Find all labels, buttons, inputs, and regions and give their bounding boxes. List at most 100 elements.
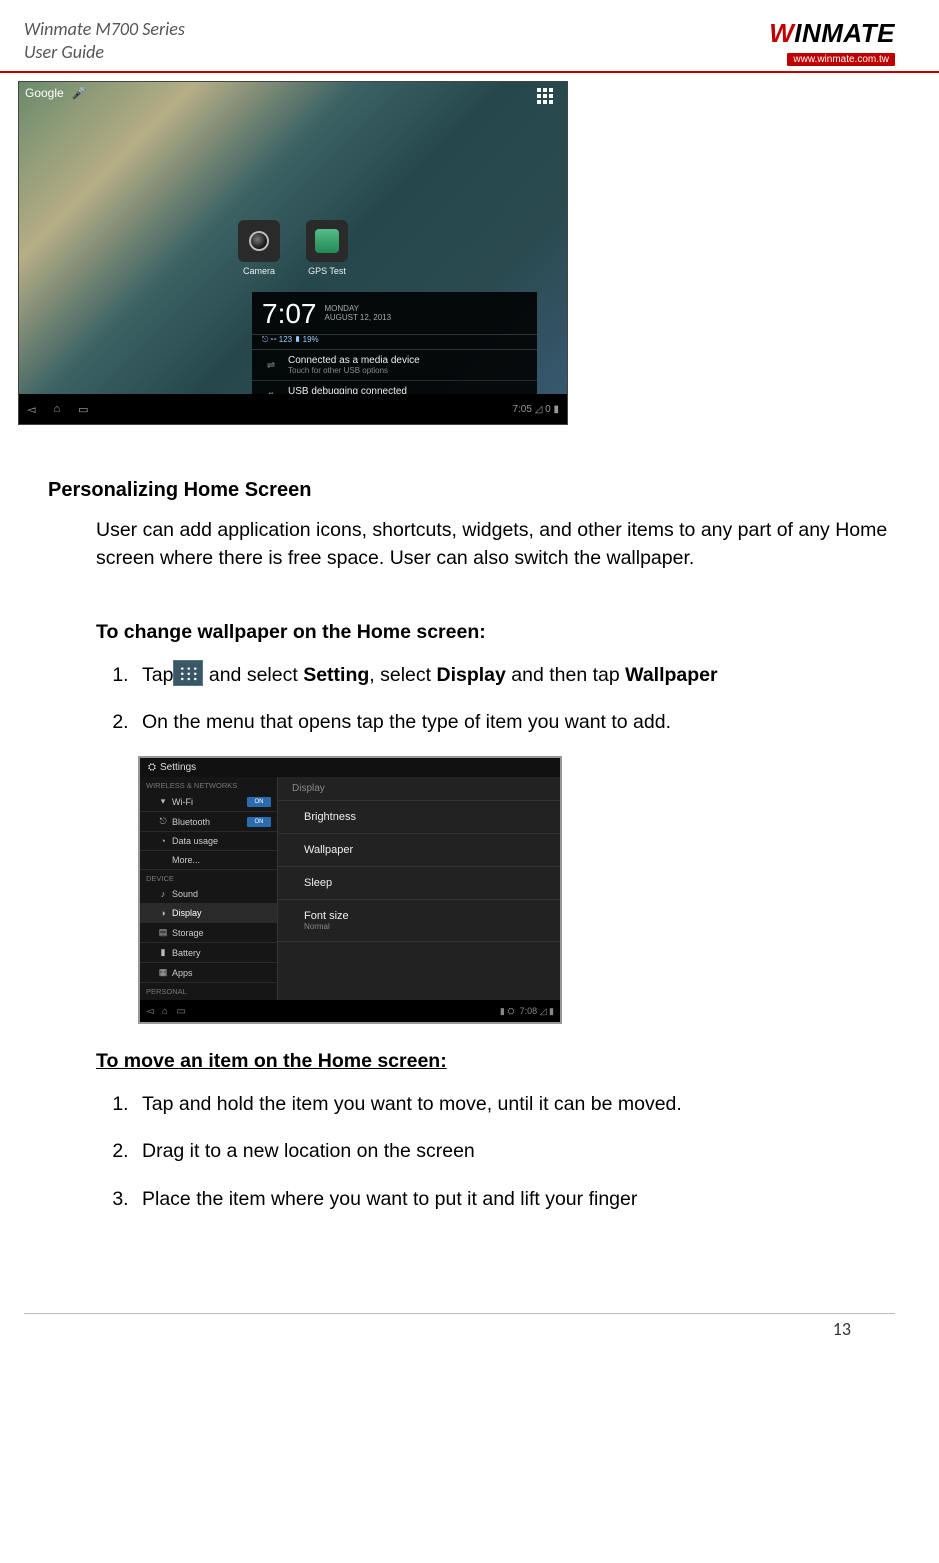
gps-label: GPS Test (304, 266, 350, 276)
sidebar-item-icon: ▮ (158, 947, 168, 958)
shot2-navbar: ◅ ⌂ ▭ ▮ ⛭ 7:08 ◿ ▮ (140, 1000, 560, 1022)
sidebar-item-icon: ♪ (158, 889, 168, 899)
back-icon: ◅ (27, 403, 35, 416)
settings-main-header: Display (278, 777, 560, 801)
android-home-screenshot: Google 🎤 Camera GPS Test 7:07 MONDAY AUG… (18, 81, 568, 425)
settings-main-item-sub: Normal (304, 922, 534, 931)
camera-icon (238, 220, 280, 262)
home-icon: ⌂ (53, 403, 60, 416)
camera-app: Camera (236, 220, 282, 276)
settings-sidebar: WIRELESS & NETWORKS ▾ Wi-Fi ON ⎋ Bluetooth ON… (140, 777, 278, 1000)
android-navbar: ◅ ⌂ ▭ 7:05 ◿ 0 ▮ (19, 394, 567, 424)
recent-icon: ▭ (176, 1006, 185, 1017)
shot2-nav-time: 7:08 (520, 1006, 538, 1016)
logo-text: WINMATE (769, 18, 895, 49)
settings-main: Display Brightness Wallpaper Sleep Font siz… (278, 777, 560, 1000)
logo: WINMATE www.winmate.com.tw (769, 18, 895, 67)
settings-sidebar-item: ◔ Data usage (140, 832, 277, 851)
gps-icon (306, 220, 348, 262)
shot2-title: ⛭ Settings (140, 758, 560, 777)
sidebar-item-icon: ▤ (158, 927, 168, 938)
sidebar-item-icon: ▾ (158, 796, 168, 807)
screenshot-1-wrap: Google 🎤 Camera GPS Test 7:07 MONDAY AUG… (0, 73, 939, 425)
sidebar-cat-wireless: WIRELESS & NETWORKS (140, 777, 277, 792)
settings-main-item-label: Font size (304, 910, 534, 922)
apps-inline-icon (173, 660, 203, 686)
gps-app: GPS Test (304, 220, 350, 276)
move-item-steps: Tap and hold the item you want to move, … (134, 1091, 891, 1213)
camera-label: Camera (236, 266, 282, 276)
page-header: Winmate M700 Series User Guide WINMATE w… (0, 0, 939, 73)
sidebar-item-label: Data usage (172, 836, 218, 846)
sidebar-cat-device: DEVICE (140, 870, 277, 885)
header-left: Winmate M700 Series User Guide (24, 18, 185, 63)
body-content: Personalizing Home Screen User can add a… (0, 425, 939, 1273)
shot2-body: WIRELESS & NETWORKS ▾ Wi-Fi ON ⎋ Bluetooth ON… (140, 777, 560, 1000)
settings-main-item: Wallpaper (278, 834, 560, 867)
notif-clock: 7:07 MONDAY AUGUST 12, 2013 (252, 292, 537, 335)
recent-icon: ▭ (78, 403, 88, 416)
sidebar-item-icon: ◔ (158, 836, 168, 846)
back-icon: ◅ (146, 1006, 154, 1017)
sidebar-item-label: Display (172, 908, 202, 918)
settings-sidebar-item: ▤ Storage (140, 923, 277, 943)
settings-sidebar-item: ♪Sound (140, 885, 277, 904)
apps-grid-icon (537, 88, 557, 108)
settings-sidebar-item: ◑ Display (140, 904, 277, 923)
notif-title: Connected as a media device (288, 355, 420, 366)
sidebar-item-icon: ▦ (158, 967, 168, 978)
settings-sidebar-item: More... (140, 851, 277, 870)
panel-status-row: ⎋ ⚏ 123 ▮ 19% (252, 335, 537, 350)
move-step: Drag it to a new location on the screen (134, 1138, 891, 1165)
settings-main-item: Brightness (278, 801, 560, 834)
wallpaper-step-2: On the menu that opens tap the type of i… (134, 709, 891, 736)
shot2-nav-icons: ▮ ⛭ (500, 1006, 517, 1016)
home-icon: ⌂ (162, 1006, 168, 1017)
navbar-status: ◿ 0 ▮ (535, 404, 559, 415)
wallpaper-steps: Tap and select Setting, select Display a… (134, 662, 891, 737)
shot1-search-bar: Google 🎤 (25, 86, 87, 100)
shot2-nav-right: ◿ ▮ (540, 1006, 554, 1016)
google-label: Google (25, 86, 64, 100)
product-name: Winmate M700 Series (24, 18, 185, 41)
section-intro-paragraph: User can add application icons, shortcut… (96, 516, 891, 573)
settings-main-item-label: Brightness (304, 811, 534, 823)
toggle-on: ON (247, 797, 271, 807)
sidebar-item-label: Storage (172, 928, 204, 938)
logo-url: www.winmate.com.tw (787, 53, 895, 66)
sidebar-item-label: Battery (172, 948, 201, 958)
move-step: Tap and hold the item you want to move, … (134, 1091, 891, 1118)
settings-main-item: Font sizeNormal (278, 900, 560, 942)
settings-main-item-label: Wallpaper (304, 844, 534, 856)
doc-type: User Guide (24, 41, 185, 64)
notif-subtitle: Touch for other USB options (288, 366, 420, 375)
page-number: 13 (24, 1313, 895, 1362)
sidebar-item-icon: ◑ (158, 908, 168, 918)
notification-row: ⇌ Connected as a media device Touch for … (252, 350, 537, 381)
notif-icon: ⇌ (262, 360, 280, 371)
toggle-on: ON (247, 817, 271, 827)
settings-main-item: Sleep (278, 867, 560, 900)
wallpaper-subheading: To change wallpaper on the Home screen: (96, 621, 891, 644)
settings-sidebar-item: ▮ Battery (140, 943, 277, 963)
sidebar-cat-personal: PERSONAL (140, 983, 277, 998)
settings-display-screenshot: ⛭ Settings WIRELESS & NETWORKS ▾Wi-FiON⎋… (138, 756, 562, 1024)
sidebar-item-label: Apps (172, 968, 193, 978)
move-item-subheading: To move an item on the Home screen: (96, 1050, 891, 1073)
settings-sidebar-item: ▦ Apps (140, 963, 277, 983)
settings-main-item-label: Sleep (304, 877, 534, 889)
navbar-time: 7:05 (512, 404, 531, 415)
settings-icon: ⛭ (148, 762, 156, 773)
mic-icon: 🎤 (72, 86, 87, 100)
wallpaper-step-1: Tap and select Setting, select Display a… (134, 662, 891, 689)
sidebar-item-label: Bluetooth (172, 817, 210, 827)
sidebar-item-label: More... (172, 855, 200, 865)
home-app-row: Camera GPS Test (236, 220, 350, 276)
panel-date: AUGUST 12, 2013 (325, 314, 392, 323)
sidebar-item-icon: ⎋ (158, 816, 168, 827)
settings-sidebar-item: ▾ Wi-Fi ON (140, 792, 277, 812)
settings-sidebar-item: ⎋ Bluetooth ON (140, 812, 277, 832)
panel-time: 7:07 (262, 298, 317, 330)
section-heading-personalizing: Personalizing Home Screen (48, 479, 891, 502)
sidebar-item-label: Wi-Fi (172, 797, 193, 807)
